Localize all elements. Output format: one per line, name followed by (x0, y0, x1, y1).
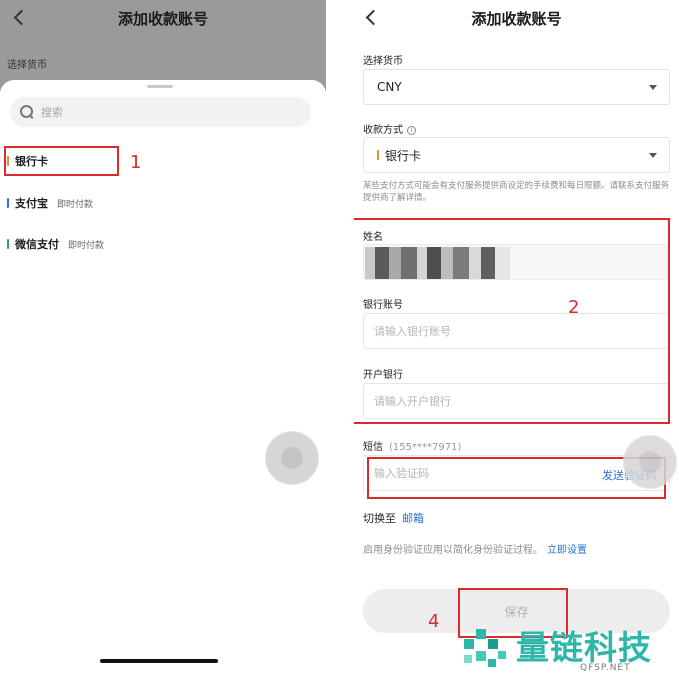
page-title: 添加收款账号 (117, 9, 208, 28)
currency-value: CNY (377, 80, 402, 94)
annotation-box-1 (4, 146, 119, 176)
currency-select[interactable]: CNY (363, 69, 670, 105)
panel-divider (326, 0, 354, 681)
sms-phone: (155****7971) (389, 442, 462, 453)
back-chevron-icon[interactable] (362, 8, 382, 28)
chevron-down-icon (649, 153, 657, 158)
option-color-bar (7, 239, 9, 249)
sms-label: 短信 (155****7971) (363, 438, 461, 453)
annotation-box-3 (367, 457, 666, 499)
brand-logo-icon (464, 629, 506, 667)
option-alipay[interactable]: 支付宝 即时付款 (7, 195, 93, 211)
option-tag: 即时付款 (68, 240, 105, 251)
option-label: 支付宝 (15, 197, 48, 210)
watermark: 量链科技 QFSP.NET (458, 621, 679, 681)
setup-now-link[interactable]: 立即设置 (547, 545, 587, 556)
right-nav-bar: 添加收款账号 (354, 0, 679, 36)
search-icon (20, 105, 34, 119)
switch-text: 切换至 (363, 512, 396, 525)
sheet-grab-handle[interactable] (147, 85, 173, 88)
search-placeholder: 搜索 (41, 106, 63, 119)
option-wechat-pay[interactable]: 微信支付 即时付款 (7, 236, 104, 252)
back-chevron-icon[interactable] (10, 8, 30, 28)
annotation-number-4: 4 (428, 611, 440, 632)
right-screen: 添加收款账号 选择货币 CNY 收款方式 i 银行卡 某些支付方式可能会有支付服务… (354, 0, 679, 681)
search-input[interactable]: 搜索 (10, 97, 311, 127)
option-label: 微信支付 (15, 238, 59, 251)
option-color-bar (7, 198, 9, 208)
fee-note: 某些支付方式可能会有支付服务提供商设定的手续费和每日限额。请联系支付服务提供商了… (363, 181, 670, 203)
info-icon[interactable]: i (407, 126, 416, 135)
payment-method-select[interactable]: 银行卡 (363, 137, 670, 173)
annotation-number-2: 2 (568, 297, 580, 318)
hint-text: 启用身份验证应用以简化身份验证过程。 (363, 545, 543, 556)
watermark-domain: QFSP.NET (580, 663, 631, 673)
chevron-down-icon (649, 85, 657, 90)
method-color-bar (377, 150, 379, 160)
currency-section-label: 选择货币 (7, 60, 47, 71)
currency-label: 选择货币 (363, 56, 403, 67)
method-value: 银行卡 (385, 148, 422, 163)
dimmed-background: 添加收款账号 选择货币 (0, 0, 326, 92)
annotation-box-2 (354, 218, 670, 424)
watermark-brand: 量链科技 (516, 628, 652, 667)
method-label-text: 收款方式 (363, 125, 403, 136)
annotation-number-1: 1 (130, 152, 142, 173)
authenticator-hint: 启用身份验证应用以简化身份验证过程。 立即设置 (363, 541, 587, 556)
option-tag: 即时付款 (57, 199, 94, 210)
method-label: 收款方式 i (363, 121, 416, 136)
page-title: 添加收款账号 (471, 9, 562, 28)
floating-assistive-button[interactable] (266, 432, 318, 484)
floating-assistive-button[interactable] (624, 436, 676, 488)
left-screen: 添加收款账号 选择货币 搜索 银行卡 支付宝 即时付款 微信支付 即时付款 1 (0, 0, 326, 681)
switch-email-link[interactable]: 邮箱 (402, 512, 424, 525)
switch-verification: 切换至 邮箱 (363, 510, 424, 526)
left-nav-bar: 添加收款账号 (0, 0, 326, 36)
home-indicator (100, 659, 218, 663)
sms-label-text: 短信 (363, 442, 383, 453)
